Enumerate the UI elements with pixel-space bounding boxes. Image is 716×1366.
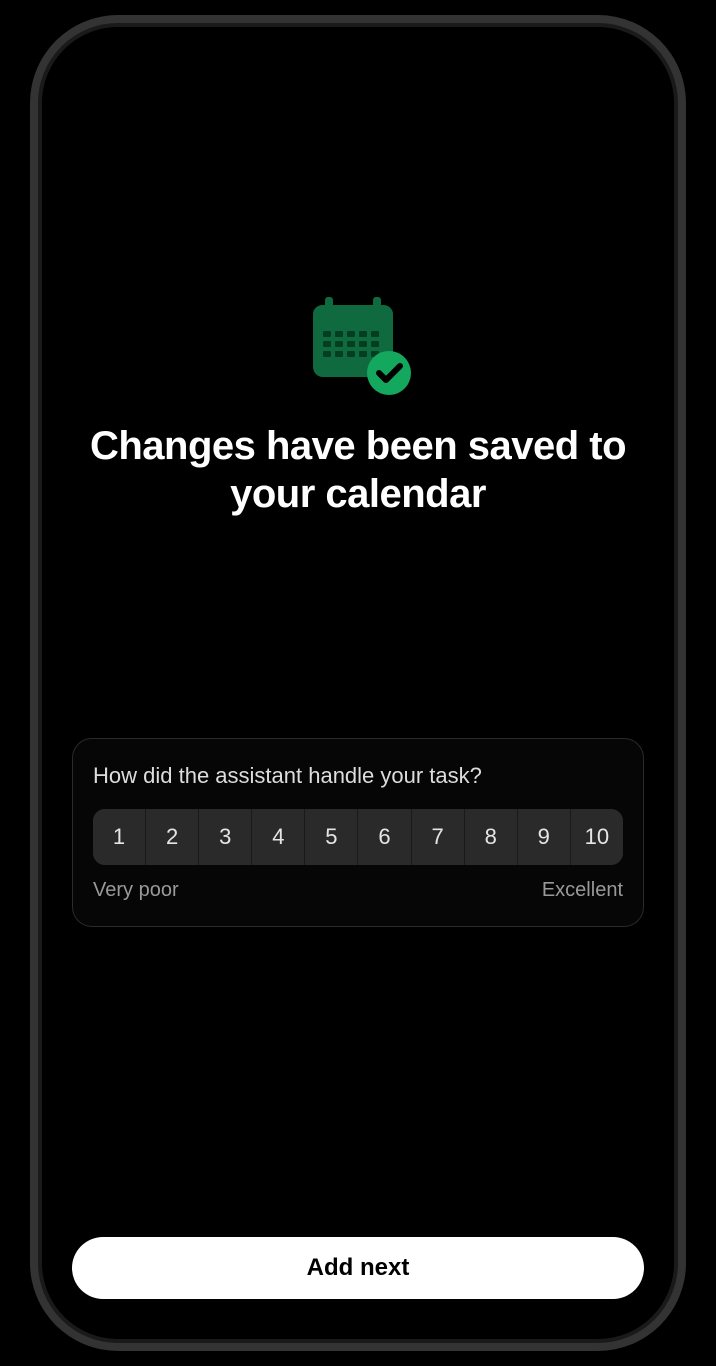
rating-option-3[interactable]: 3 <box>199 809 252 865</box>
rating-scale: 1 2 3 4 5 6 7 8 9 10 <box>93 809 623 865</box>
rating-option-8[interactable]: 8 <box>465 809 518 865</box>
app-screen: Changes have been saved to your calendar… <box>42 27 674 1339</box>
rating-option-5[interactable]: 5 <box>305 809 358 865</box>
rating-option-10[interactable]: 10 <box>571 809 623 865</box>
rating-option-9[interactable]: 9 <box>518 809 571 865</box>
rating-option-2[interactable]: 2 <box>146 809 199 865</box>
rating-label-low: Very poor <box>93 879 179 902</box>
rating-option-4[interactable]: 4 <box>252 809 305 865</box>
rating-option-6[interactable]: 6 <box>358 809 411 865</box>
rating-card: How did the assistant handle your task? … <box>72 738 644 927</box>
rating-option-1[interactable]: 1 <box>93 809 146 865</box>
add-next-button[interactable]: Add next <box>72 1237 644 1299</box>
confirmation-hero: Changes have been saved to your calendar <box>72 297 644 518</box>
calendar-check-icon <box>303 297 413 397</box>
confirmation-heading: Changes have been saved to your calendar <box>72 422 644 518</box>
footer: Add next <box>72 1237 644 1299</box>
rating-option-7[interactable]: 7 <box>412 809 465 865</box>
rating-labels: Very poor Excellent <box>93 879 623 902</box>
rating-question: How did the assistant handle your task? <box>93 763 623 789</box>
rating-label-high: Excellent <box>542 879 623 902</box>
phone-frame: Changes have been saved to your calendar… <box>38 23 678 1343</box>
